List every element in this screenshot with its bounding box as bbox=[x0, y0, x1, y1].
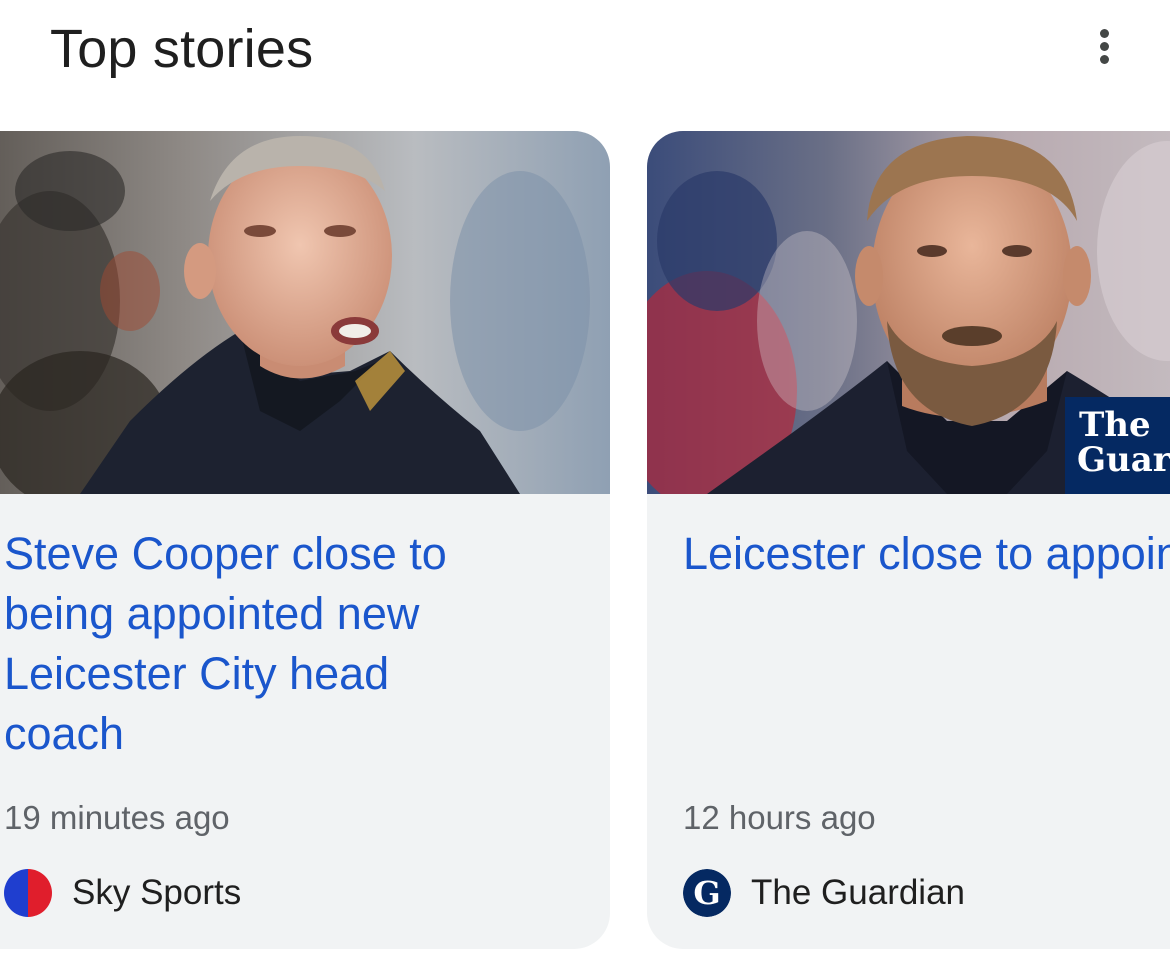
steve-cooper-photo bbox=[0, 131, 610, 494]
more-options-button[interactable] bbox=[1080, 22, 1128, 70]
more-vert-icon-dot bbox=[1099, 54, 1109, 64]
story-source[interactable]: G The Guardian bbox=[683, 869, 965, 917]
story-timestamp: 12 hours ago bbox=[683, 799, 876, 836]
sky-sports-logo-icon bbox=[4, 869, 52, 917]
section-title: Top stories bbox=[50, 19, 314, 79]
story-timestamp: 19 minutes ago bbox=[4, 799, 230, 836]
svg-text:The: The bbox=[1079, 405, 1151, 445]
story-thumbnail: The Guardian bbox=[647, 131, 1170, 494]
story-thumbnail bbox=[0, 131, 610, 494]
story-card-steve-cooper[interactable]: Steve Cooper close to being appointed ne… bbox=[0, 131, 610, 949]
more-vert-icon bbox=[1099, 28, 1109, 38]
story-headline[interactable]: Steve Cooper close to being appointed ne… bbox=[4, 524, 564, 764]
graham-potter-photo: The Guardian bbox=[647, 131, 1170, 494]
story-headline[interactable]: Leicester close to appointing Graham Pot… bbox=[683, 524, 1170, 584]
svg-text:G: G bbox=[693, 874, 720, 912]
story-source[interactable]: Sky Sports bbox=[4, 869, 241, 917]
source-name: Sky Sports bbox=[72, 873, 242, 912]
svg-text:Guardian: Guardian bbox=[1077, 440, 1170, 480]
more-vert-icon-dot bbox=[1099, 41, 1109, 51]
top-stories-page: Top stories Steve Cooper close to being … bbox=[0, 0, 1170, 970]
guardian-logo-icon: G bbox=[683, 869, 731, 917]
source-name: The Guardian bbox=[751, 873, 966, 912]
story-card-graham-potter[interactable]: The Guardian Leicester close to appointi… bbox=[647, 131, 1170, 949]
